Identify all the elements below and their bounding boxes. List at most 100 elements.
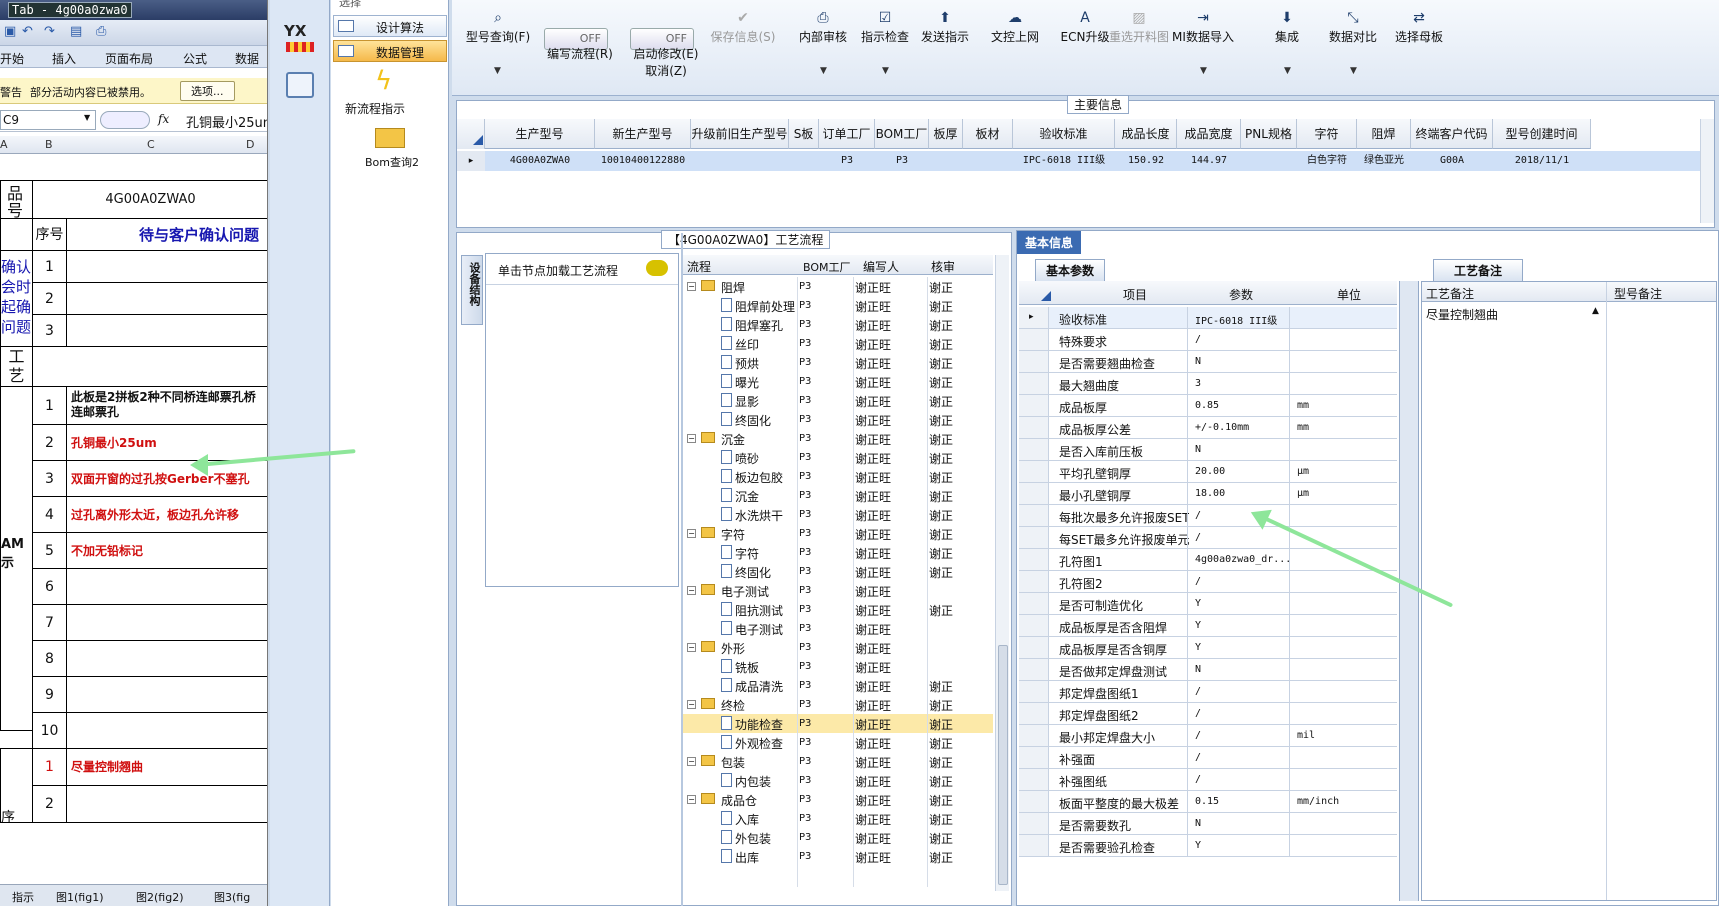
sheet-cell[interactable]: 2: [32, 282, 67, 315]
params-header-unit[interactable]: 单位: [1337, 286, 1361, 303]
tree-row[interactable]: 入库 P3 谢正旺 谢正: [683, 809, 993, 828]
sheet-cell[interactable]: 工艺流程指示: [0, 346, 33, 387]
param-value[interactable]: /: [1195, 576, 1293, 587]
tree-row[interactable]: − 终检 P3 谢正旺 谢正: [683, 695, 993, 714]
formula-input[interactable]: 孔铜最小25um: [186, 112, 267, 131]
sheet-cell[interactable]: [66, 712, 267, 749]
param-row[interactable]: 补强图纸 /: [1019, 769, 1397, 791]
chevron-down-icon[interactable]: ▼: [1350, 66, 1357, 76]
sheet-cell[interactable]: 9: [32, 676, 67, 713]
tree-row[interactable]: 沉金 P3 谢正旺 谢正: [683, 486, 993, 505]
sheet-cell[interactable]: 尽量控制翘曲: [66, 748, 267, 786]
main-info-col-header[interactable]: 型号创建时间: [1493, 119, 1591, 149]
tree-row[interactable]: 阻抗测试 P3 谢正旺 谢正: [683, 600, 993, 619]
param-row[interactable]: 最小邦定焊盘大小 / mil: [1019, 725, 1397, 747]
sheet-cell[interactable]: 4G00A0ZWA0: [32, 180, 267, 219]
ribbon-tab-layout[interactable]: 页面布局: [105, 50, 153, 67]
main-info-col-header[interactable]: 升级前旧生产型号: [691, 119, 789, 149]
sheet-tab-fig3[interactable]: 图3(fig: [214, 889, 250, 905]
sheet-cell[interactable]: 序: [0, 748, 33, 823]
column-header-b[interactable]: B: [45, 138, 53, 151]
toolbar-cloud-button[interactable]: ☁ 文控上网: [980, 10, 1050, 45]
tree-header-checker[interactable]: 核审: [931, 258, 955, 275]
sheet-cell[interactable]: [66, 568, 267, 605]
sheet-cell[interactable]: 6: [32, 568, 67, 605]
sheet-cell[interactable]: [66, 640, 267, 677]
sheet-cell[interactable]: 2: [32, 785, 67, 823]
param-value[interactable]: /: [1195, 532, 1293, 543]
remark-tab[interactable]: 工艺备注: [1433, 259, 1524, 282]
sheet-cell[interactable]: 1: [32, 250, 67, 283]
main-info-col-header[interactable]: PNL规格: [1241, 119, 1297, 149]
sheet-cell[interactable]: 3: [32, 460, 67, 497]
main-info-col-header[interactable]: 成品长度: [1115, 119, 1177, 149]
param-row[interactable]: 是否需要验孔检查 Y: [1019, 835, 1397, 857]
sheet-cell[interactable]: [0, 218, 33, 251]
main-info-col-header[interactable]: BOM工厂: [875, 119, 929, 149]
sheet-cell[interactable]: 序号: [32, 218, 67, 251]
main-info-cell[interactable]: 144.97: [1177, 151, 1241, 171]
column-header-a[interactable]: A: [0, 138, 8, 151]
save-icon[interactable]: ▣: [4, 24, 16, 39]
tree-row[interactable]: 出库 P3 谢正旺 谢正: [683, 847, 993, 866]
main-info-col-header[interactable]: S板: [789, 119, 819, 149]
tree-row[interactable]: 喷砂 P3 谢正旺 谢正: [683, 448, 993, 467]
sheet-cell[interactable]: 1: [32, 386, 67, 425]
chevron-down-icon[interactable]: ▼: [882, 66, 889, 76]
main-info-cell[interactable]: 2018/11/1: [1493, 151, 1591, 171]
tree-row[interactable]: 字符 P3 谢正旺 谢正: [683, 543, 993, 562]
main-info-col-header[interactable]: 终端客户代码: [1411, 119, 1493, 149]
remark-text[interactable]: 尽量控制翘曲: [1426, 306, 1498, 323]
tree-row[interactable]: − 阻焊 P3 谢正旺 谢正: [683, 277, 993, 296]
sheet-cell[interactable]: 7: [32, 604, 67, 641]
tree-row[interactable]: 终固化 P3 谢正旺 谢正: [683, 410, 993, 429]
param-value[interactable]: /: [1195, 774, 1293, 785]
sheet-grid[interactable]: 品号4G00A0ZWA0序号待与客户确认问题确认会时起确问题123工艺流程指示A…: [0, 154, 267, 884]
sheet-cell[interactable]: 5: [32, 532, 67, 569]
undo-icon[interactable]: ↶: [22, 24, 33, 39]
param-value[interactable]: IPC-6018 III级: [1195, 312, 1293, 327]
param-row[interactable]: 是否需要数孔 N: [1019, 813, 1397, 835]
param-row[interactable]: 是否做邦定焊盘测试 N: [1019, 659, 1397, 681]
chevron-down-icon[interactable]: ▼: [494, 66, 501, 76]
tree-row[interactable]: 丝印 P3 谢正旺 谢正: [683, 334, 993, 353]
tree-row[interactable]: 阻焊塞孔 P3 谢正旺 谢正: [683, 315, 993, 334]
tree-scrollbar[interactable]: [995, 255, 1009, 891]
column-header-d[interactable]: D: [246, 138, 254, 151]
redo-icon[interactable]: ↷: [44, 24, 55, 39]
tree-row[interactable]: − 外形 P3 谢正旺: [683, 638, 993, 657]
options-button[interactable]: 选项...: [180, 81, 235, 101]
main-info-col-header[interactable]: 板厚: [929, 119, 963, 149]
param-row[interactable]: 邦定焊盘图纸2 /: [1019, 703, 1397, 725]
param-value[interactable]: /: [1195, 334, 1293, 345]
side-tab-device[interactable]: 设备结构: [461, 255, 483, 325]
main-info-cell[interactable]: P3: [819, 151, 875, 171]
ribbon-tab-insert[interactable]: 插入: [52, 50, 76, 67]
sheet-cell[interactable]: [66, 785, 267, 823]
name-box[interactable]: C9: [0, 110, 96, 130]
collapse-icon[interactable]: −: [687, 282, 696, 291]
sheet-tab-fig2[interactable]: 图2(fig2): [136, 889, 184, 905]
main-info-col-header[interactable]: 验收标准: [1013, 119, 1115, 149]
toolbar-download-button[interactable]: ⬇ 集成: [1252, 10, 1322, 45]
main-info-cell[interactable]: 10010400122880: [595, 151, 691, 171]
tree-row[interactable]: 外包装 P3 谢正旺 谢正: [683, 828, 993, 847]
sheet-cell[interactable]: 品号: [0, 180, 33, 219]
param-value[interactable]: 0.85: [1195, 400, 1293, 411]
param-value[interactable]: 0.15: [1195, 796, 1293, 807]
chevron-down-icon[interactable]: ▼: [820, 66, 827, 76]
param-value[interactable]: Y: [1195, 620, 1293, 631]
tree-row[interactable]: 水洗烘干 P3 谢正旺 谢正: [683, 505, 993, 524]
param-value[interactable]: /: [1195, 752, 1293, 763]
tree-row[interactable]: − 字符 P3 谢正旺 谢正: [683, 524, 993, 543]
sheet-cell[interactable]: [32, 346, 267, 387]
param-row[interactable]: 成品板厚公差 +/-0.10mm mm: [1019, 417, 1397, 439]
param-row[interactable]: 成品板厚 0.85 mm: [1019, 395, 1397, 417]
param-row[interactable]: 是否入库前压板 N: [1019, 439, 1397, 461]
sheet-cell[interactable]: [66, 676, 267, 713]
chevron-up-icon[interactable]: ▲: [1592, 306, 1599, 316]
tree-header-writer[interactable]: 编写人: [863, 258, 899, 275]
param-value[interactable]: +/-0.10mm: [1195, 422, 1293, 433]
main-info-cell[interactable]: [1241, 151, 1297, 171]
ribbon-tab-data[interactable]: 数据: [235, 50, 259, 67]
